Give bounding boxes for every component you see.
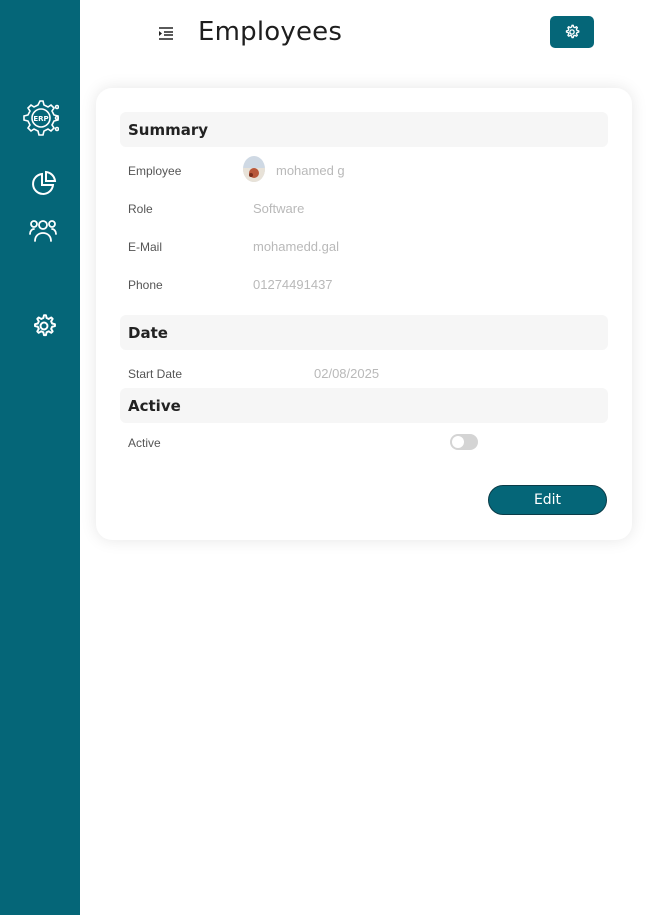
phone-label: Phone xyxy=(128,278,163,292)
start-date-value: 02/08/2025 xyxy=(314,366,380,381)
email-label: E-Mail xyxy=(128,240,163,254)
active-section-header: Active xyxy=(120,388,608,423)
role-label: Role xyxy=(128,202,153,216)
settings-button[interactable] xyxy=(550,16,594,48)
pie-chart-icon[interactable] xyxy=(30,169,58,197)
edit-button[interactable]: Edit xyxy=(488,485,607,515)
active-toggle[interactable] xyxy=(450,434,478,450)
phone-value: 01274491437 xyxy=(253,277,333,292)
active-label: Active xyxy=(128,436,161,450)
users-icon[interactable] xyxy=(29,216,57,244)
header: Employees xyxy=(80,0,646,70)
date-heading: Date xyxy=(128,324,168,342)
gear-icon xyxy=(565,24,580,39)
page-title: Employees xyxy=(198,17,343,47)
indent-menu-icon[interactable] xyxy=(157,24,175,42)
employee-label: Employee xyxy=(128,164,182,178)
erp-logo-icon[interactable]: ERP xyxy=(21,98,59,138)
employee-details-card: Summary Employee mohamed g Role Software… xyxy=(96,88,632,540)
toggle-knob xyxy=(452,436,464,448)
gear-icon[interactable] xyxy=(30,312,58,340)
start-date-label: Start Date xyxy=(128,367,183,381)
employee-name-value: mohamed g xyxy=(276,163,345,178)
email-value: mohamedd.gal xyxy=(253,239,339,254)
summary-heading: Summary xyxy=(128,121,209,139)
sidebar: ERP xyxy=(0,0,80,915)
summary-section-header: Summary xyxy=(120,112,608,147)
role-value: Software xyxy=(253,201,305,216)
date-section-header: Date xyxy=(120,315,608,350)
logo-text: ERP xyxy=(33,115,48,123)
avatar xyxy=(243,156,265,182)
active-heading: Active xyxy=(128,397,181,415)
